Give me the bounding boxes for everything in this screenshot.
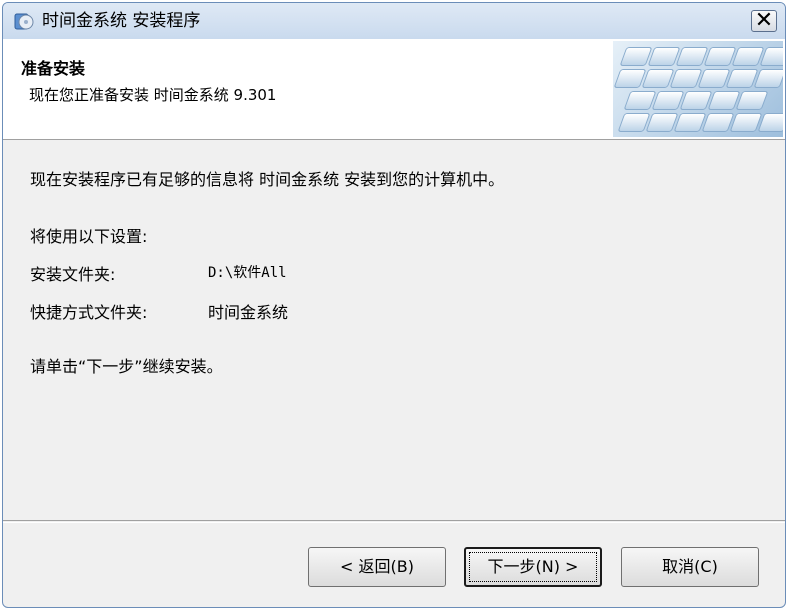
installer-cd-icon <box>14 13 34 30</box>
window-title: 时间金系统 安装程序 <box>42 11 201 31</box>
next-button[interactable]: 下一步(N) > <box>464 547 602 587</box>
settings-heading: 将使用以下设置: <box>30 227 148 246</box>
keyboard-banner-image <box>613 41 783 137</box>
close-icon: ✕ <box>754 8 774 33</box>
back-button[interactable]: < 返回(B) <box>308 547 446 587</box>
header-banner: 准备安装 现在您正准备安装 时间金系统 9.301 <box>3 39 785 140</box>
shortcut-folder-label: 快捷方式文件夹: <box>30 303 148 322</box>
page-title: 准备安装 <box>21 59 86 78</box>
shortcut-folder-value: 时间金系统 <box>208 303 289 322</box>
intro-text: 现在安装程序已有足够的信息将 时间金系统 安装到您的计算机中。 <box>30 170 505 189</box>
installer-window: 时间金系统 安装程序 ✕ 准备安装 现在您正准备安装 时间金系统 9.301 现… <box>2 2 786 608</box>
page-subtitle: 现在您正准备安装 时间金系统 9.301 <box>29 86 277 104</box>
content-area: 现在安装程序已有足够的信息将 时间金系统 安装到您的计算机中。 将使用以下设置:… <box>3 140 785 520</box>
install-folder-label: 安装文件夹: <box>30 265 116 284</box>
cancel-button[interactable]: 取消(C) <box>621 547 759 587</box>
title-bar[interactable]: 时间金系统 安装程序 ✕ <box>3 3 785 40</box>
install-folder-value: D:\软件All <box>208 265 287 281</box>
close-button[interactable]: ✕ <box>751 8 777 33</box>
footer-separator <box>3 520 785 523</box>
instruction-text: 请单击“下一步”继续安装。 <box>30 357 223 376</box>
